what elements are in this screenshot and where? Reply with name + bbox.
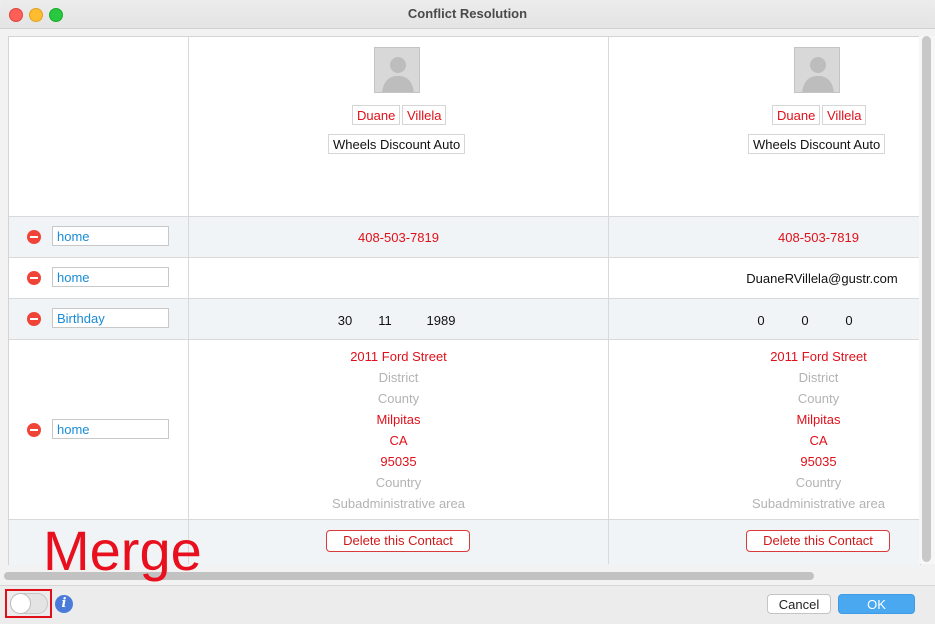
birthday-month[interactable]: 11 <box>377 313 393 328</box>
conflict-table: home home Birthday home Duane Villela Wh… <box>8 36 921 565</box>
address-district[interactable]: District <box>609 370 935 385</box>
address-zip[interactable]: 95035 <box>609 454 935 469</box>
address-country[interactable]: Country <box>189 475 608 490</box>
vertical-scrollbar-thumb[interactable] <box>922 36 931 562</box>
remove-birthday-icon[interactable] <box>27 312 41 326</box>
address-state[interactable]: CA <box>609 433 935 448</box>
contact-avatar-icon <box>794 47 840 93</box>
address-subadmin[interactable]: Subadministrative area <box>189 496 608 511</box>
birthday-year[interactable]: 0 <box>841 313 857 328</box>
email-label-field[interactable]: home <box>52 267 169 287</box>
company-field[interactable]: Wheels Discount Auto <box>748 134 886 154</box>
address-label-field[interactable]: home <box>52 419 169 439</box>
address-country[interactable]: Country <box>609 475 935 490</box>
address-street[interactable]: 2011 Ford Street <box>609 349 935 364</box>
address-subadmin[interactable]: Subadministrative area <box>609 496 935 511</box>
phone-value[interactable]: 408-503-7819 <box>609 230 935 245</box>
ok-button[interactable]: OK <box>838 594 915 614</box>
delete-contact-button[interactable]: Delete this Contact <box>326 530 470 552</box>
address-street[interactable]: 2011 Ford Street <box>189 349 608 364</box>
conflict-resolution-window: Conflict Resolution home home Birthday h… <box>0 0 935 624</box>
address-city[interactable]: Milpitas <box>189 412 608 427</box>
address-city[interactable]: Milpitas <box>609 412 935 427</box>
merge-highlight-box <box>5 589 52 618</box>
address-county[interactable]: County <box>609 391 935 406</box>
address-county[interactable]: County <box>189 391 608 406</box>
cancel-button[interactable]: Cancel <box>767 594 831 614</box>
birthday-month[interactable]: 0 <box>797 313 813 328</box>
title-bar: Conflict Resolution <box>0 0 935 29</box>
first-name-field[interactable]: Duane <box>772 105 821 125</box>
info-icon[interactable]: i <box>55 595 73 613</box>
delete-contact-button[interactable]: Delete this Contact <box>746 530 890 552</box>
address-state[interactable]: CA <box>189 433 608 448</box>
first-name-field[interactable]: Duane <box>352 105 401 125</box>
window-title: Conflict Resolution <box>407 6 528 21</box>
phone-value[interactable]: 408-503-7819 <box>189 230 608 245</box>
company-field[interactable]: Wheels Discount Auto <box>328 134 466 154</box>
last-name-field[interactable]: Villela <box>402 105 447 125</box>
address-district[interactable]: District <box>189 370 608 385</box>
contact-avatar-icon <box>374 47 420 93</box>
remove-phone-icon[interactable] <box>27 230 41 244</box>
remove-email-icon[interactable] <box>27 271 41 285</box>
birthday-label-field[interactable]: Birthday <box>52 308 169 328</box>
birthday-year[interactable]: 1989 <box>421 313 461 328</box>
phone-label-field[interactable]: home <box>52 226 169 246</box>
remove-address-icon[interactable] <box>27 423 41 437</box>
last-name-field[interactable]: Villela <box>822 105 867 125</box>
birthday-day[interactable]: 0 <box>753 313 769 328</box>
birthday-day[interactable]: 30 <box>337 313 353 328</box>
merge-annotation: Merge <box>43 519 202 582</box>
email-value[interactable]: DuaneRVillela@gustr.com <box>742 271 902 286</box>
address-zip[interactable]: 95035 <box>189 454 608 469</box>
